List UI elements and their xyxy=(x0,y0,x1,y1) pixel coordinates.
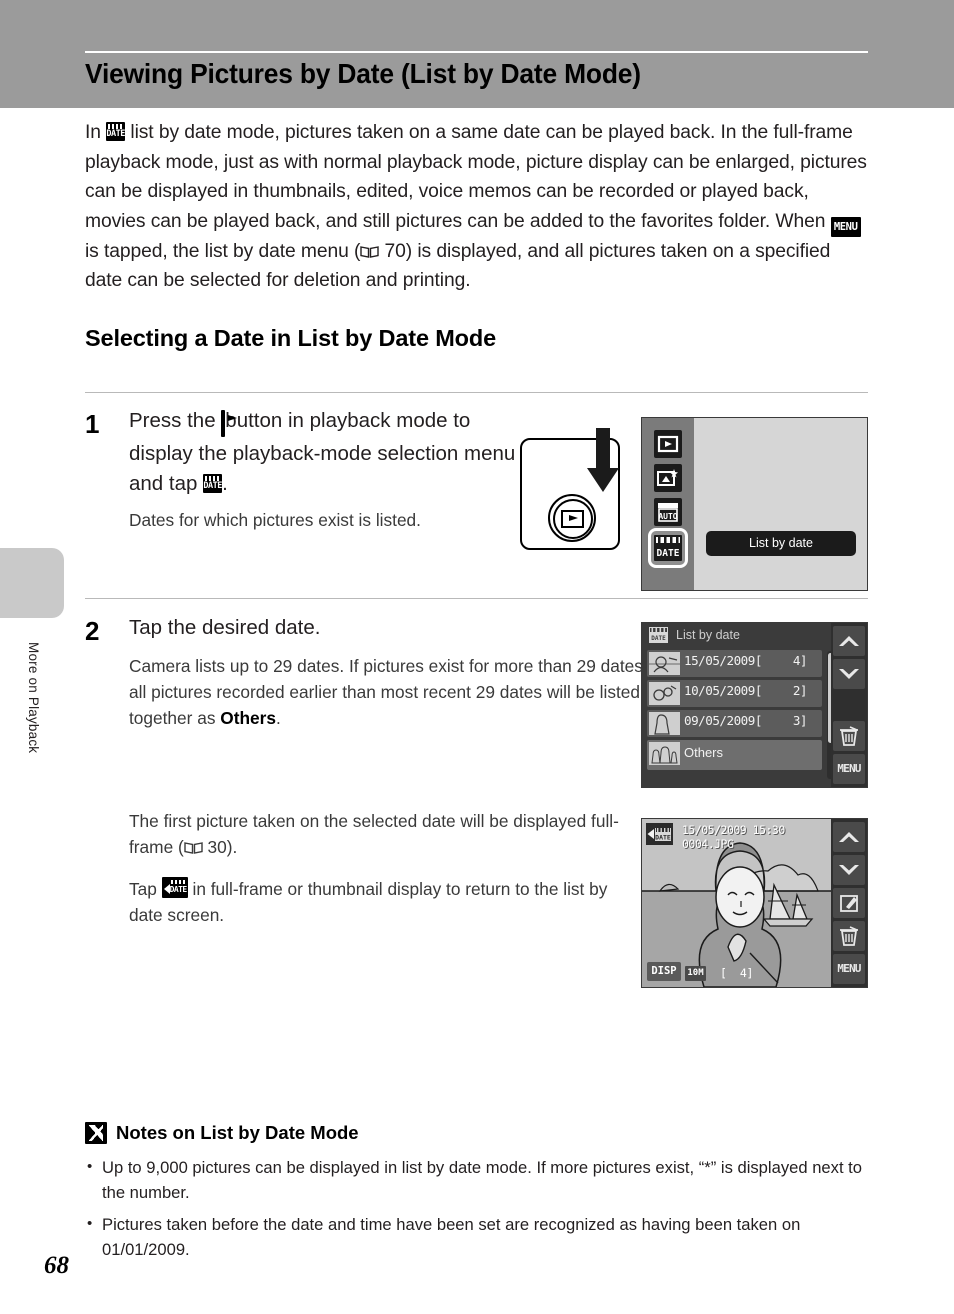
disp-button[interactable]: DISP xyxy=(647,962,681,981)
menu-button[interactable]: MENU xyxy=(833,954,865,984)
camera-screen-playback-mode-menu: AUTO DATE List by date xyxy=(641,417,868,591)
play-triangle-icon xyxy=(561,510,584,528)
section-heading: Selecting a Date in List by Date Mode xyxy=(85,324,497,351)
list-by-date-mode-selected[interactable]: DATE xyxy=(648,528,688,568)
play-mode-icon[interactable] xyxy=(654,430,682,458)
intro-text-3: is tapped, the list by date menu ( xyxy=(85,240,361,262)
others-label: Others xyxy=(220,708,276,728)
intro-text-2: list by date mode, pictures taken on a s… xyxy=(85,122,867,232)
list-by-date-back-icon: DATE xyxy=(161,877,188,898)
step-2-page-ref: 30 xyxy=(202,837,227,857)
list-by-date-icon: DATE xyxy=(203,474,222,493)
step-1-title: Press the button in playback mode to dis… xyxy=(129,406,529,499)
step-1-number: 1 xyxy=(85,409,100,439)
list-by-date-tooltip: List by date xyxy=(706,531,856,556)
notes-section: Notes on List by Date Mode Up to 9,000 p… xyxy=(85,1122,875,1270)
step-2-sub-b-end: ). xyxy=(226,837,238,857)
step-2-sub-c-text: Tap xyxy=(129,879,162,899)
step-2-sub-a-end: . xyxy=(275,708,281,728)
step-2: 2 Tap the desired date. Camera lists up … xyxy=(85,613,868,731)
step-1-text-c: . xyxy=(222,472,228,495)
step-2-divider xyxy=(85,598,868,599)
notes-list: Up to 9,000 pictures can be displayed in… xyxy=(85,1155,875,1262)
book-reference-icon xyxy=(360,244,379,259)
date-list-item-text: Others xyxy=(684,745,724,760)
step-1-subtext: Dates for which pictures exist is listed… xyxy=(129,510,421,530)
notes-heading-text: Notes on List by Date Mode xyxy=(116,1122,359,1143)
playback-button-ring xyxy=(548,494,596,542)
list-by-date-back-icon[interactable]: DATE xyxy=(646,823,673,845)
step-2-block: 2 Tap the desired date. Camera lists up … xyxy=(85,598,868,731)
favorites-mode-icon[interactable] xyxy=(654,464,682,492)
page-title: Viewing Pictures by Date (List by Date M… xyxy=(85,58,641,89)
step-2-title: Tap the desired date. xyxy=(129,616,321,639)
list-by-date-mode-icon: DATE xyxy=(654,535,682,561)
edit-icon[interactable] xyxy=(833,888,865,918)
step-2-continuation: The first picture taken on the selected … xyxy=(129,808,644,928)
page-header-band: Viewing Pictures by Date (List by Date M… xyxy=(0,0,954,108)
step-1-divider xyxy=(85,392,868,393)
step-2-subtext-b: The first picture taken on the selected … xyxy=(129,808,644,860)
auto-sort-mode-icon[interactable]: AUTO xyxy=(654,498,682,526)
intro-page-ref: 70 xyxy=(379,240,406,262)
chapter-label: More on Playback xyxy=(26,642,41,754)
delete-icon[interactable] xyxy=(833,921,865,951)
menu-button[interactable]: MENU xyxy=(833,754,865,784)
playback-button-illustration xyxy=(520,428,620,550)
page-number: 68 xyxy=(44,1252,69,1279)
image-size-badge: 10M xyxy=(685,966,706,981)
playback-button-icon xyxy=(221,410,226,437)
down-arrow-icon xyxy=(587,428,619,492)
thumbnail xyxy=(649,742,680,765)
step-2-subtext-c: Tap DATE in full-frame or thumbnail disp… xyxy=(129,876,644,928)
note-item: Up to 9,000 pictures can be displayed in… xyxy=(85,1155,875,1205)
photo-datetime: 15/05/2009 15:30 xyxy=(682,823,785,837)
chapter-tab xyxy=(0,548,64,618)
step-2-subtext-a: Camera lists up to 29 dates. If pictures… xyxy=(129,653,649,731)
date-list-item-others[interactable]: Others xyxy=(647,740,822,770)
svg-text:DATE: DATE xyxy=(657,548,680,559)
photo-filename: 0004.JPG xyxy=(682,837,734,851)
svg-text:AUTO: AUTO xyxy=(658,512,677,521)
warning-checkmark-icon xyxy=(85,1122,107,1144)
content-area: In DATE list by date mode, pictures take… xyxy=(85,118,868,352)
step-2-sub-a-text: Camera lists up to 29 dates. If pictures… xyxy=(129,656,648,728)
step-1-text-a: Press the xyxy=(129,409,222,432)
menu-icon: MENU xyxy=(830,216,861,237)
header-rule xyxy=(85,51,868,53)
svg-text:DATE: DATE xyxy=(655,834,671,842)
down-chevron-icon[interactable] xyxy=(833,855,865,885)
photo-osd-info: 15/05/2009 15:30 0004.JPG xyxy=(682,823,785,851)
note-item: Pictures taken before the date and time … xyxy=(85,1212,875,1262)
list-by-date-icon: DATE xyxy=(106,122,125,141)
intro-paragraph: In DATE list by date mode, pictures take… xyxy=(85,118,868,296)
camera-screen-full-frame: DATE 15/05/2009 15:30 0004.JPG DISP 10M … xyxy=(641,818,868,988)
step-2-number: 2 xyxy=(85,616,100,646)
camera-side-buttons: MENU xyxy=(831,819,867,987)
up-chevron-icon[interactable] xyxy=(833,822,865,852)
step-2-sub-c-end: in full-frame or thumbnail display to re… xyxy=(129,879,608,925)
notes-heading: Notes on List by Date Mode xyxy=(85,1122,875,1144)
intro-text-1: In xyxy=(85,122,107,143)
book-reference-icon xyxy=(184,840,203,855)
frame-counter: [ 4] xyxy=(720,966,754,980)
